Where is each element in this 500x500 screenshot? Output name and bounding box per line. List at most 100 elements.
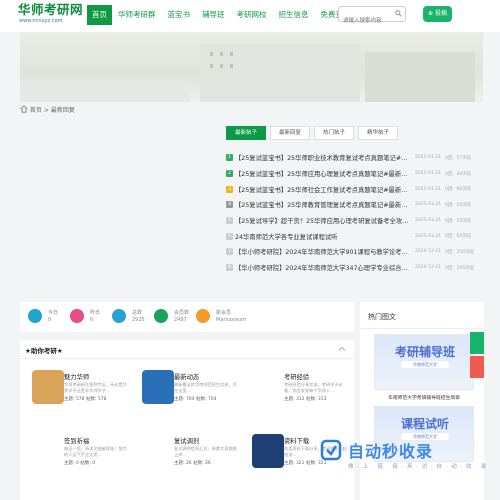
stat-label: 会员数	[174, 310, 190, 316]
window-shape	[230, 52, 233, 56]
thread-title[interactable]: 【华小师考研院】2024年华南师范大学347心理学专业综合考...	[235, 263, 411, 272]
board-posts: 帖数: 704	[195, 397, 217, 402]
promo-caption[interactable]: 华南师范大学考研辅导班招生简章	[374, 394, 474, 401]
thread-tabs: 最新帖子 最新回复 热门帖子 精华帖子	[226, 126, 402, 140]
tab-latest-posts[interactable]: 最新帖子	[226, 126, 267, 140]
board-posts: 帖数: 578	[85, 397, 107, 402]
board-stats: 主题: 0 帖数: 0	[64, 460, 95, 466]
promo-image[interactable]: 考研辅导班 华南师范大学	[374, 334, 474, 390]
board-stats: 主题: 704 帖数: 704	[174, 396, 217, 402]
nav-home[interactable]: 首页	[87, 5, 112, 25]
thread-row[interactable]: 8 【华小师考研院】2024年华南师范大学347心理学专业综合考... 2024-1…	[226, 260, 500, 276]
nav-admission[interactable]: 招生信息	[273, 5, 315, 25]
stat-value: 2497	[174, 317, 187, 323]
board-icon[interactable]	[32, 434, 64, 468]
nav-group[interactable]: 华师考研群	[112, 5, 162, 25]
promo-heading: 课程试听	[400, 417, 449, 431]
forum-board[interactable]: 复试调剂 复试调剂信息汇总，祝愿大家都能上岸... 主题: 26 帖数: 26	[130, 432, 240, 482]
tab-elite-posts[interactable]: 精华帖子	[358, 126, 399, 140]
board-icon[interactable]	[252, 434, 284, 468]
rank-badge: 3	[226, 185, 233, 193]
thread-replies: 0回	[445, 202, 453, 208]
building-shape	[200, 44, 360, 102]
thread-row[interactable]: 4 【25复试蓝宝书】25华师教育管理复试考点真题笔记#最新版... 2025-01…	[226, 197, 500, 213]
thread-views: 256浏览	[456, 249, 475, 255]
thread-views: 48浏览	[456, 171, 472, 177]
sidebar-title: 热门图文	[368, 313, 396, 321]
forum-board[interactable]: 最新动态 最新最全的华南师范招生信息，尽在这里... 主题: 704 帖数: 704	[130, 368, 240, 418]
thread-title[interactable]: 【25复试蓝宝书】25华师教育管理复试考点真题笔记#最新版...	[235, 200, 411, 209]
thread-views: 66浏览	[456, 187, 472, 193]
board-desc: 考研经验分享交流，考研学子必看，你会发现每个华师人...	[284, 382, 343, 393]
window-shape	[210, 52, 213, 56]
thread-date: 2024-12-21	[415, 249, 442, 255]
board-name[interactable]: 资料下载	[284, 436, 309, 445]
board-topics: 主题: 0	[64, 461, 79, 466]
board-posts: 帖数: 0	[80, 461, 96, 466]
board-name[interactable]: 签到祈福	[64, 436, 89, 445]
watermark-text: 自动秒收录	[348, 442, 434, 461]
rank-badge: 5	[226, 217, 233, 225]
thread-row[interactable]: 7 【华小师考研院】2024年华南师范大学901课程与教学论考研... 2024-1…	[226, 244, 500, 260]
float-button-red[interactable]	[470, 356, 484, 378]
thread-title[interactable]: 【25复试蓝宝书】25华师社会工作复试考点真题笔记#最新版...	[235, 185, 411, 194]
board-name[interactable]: 最新动态	[174, 372, 199, 381]
forum-title: ★助你考研★	[25, 347, 63, 355]
stat-icon	[28, 309, 42, 323]
site-logo[interactable]: 华师考研网 www.ncnuyz.com	[18, 2, 90, 30]
tab-hot-posts[interactable]: 热门帖子	[314, 126, 355, 140]
forum-board[interactable]: 魅力华师 华师考研新生报到专区，无论是华师学子还是非华师学子... 主题: 578 …	[20, 368, 130, 418]
board-icon[interactable]	[142, 434, 174, 468]
breadcrumb: 首页 > 最新回复	[20, 104, 75, 118]
board-icon[interactable]	[252, 370, 284, 404]
float-button-green[interactable]	[470, 332, 484, 354]
stat-value: 2925	[132, 317, 145, 323]
search-box	[338, 6, 406, 28]
board-icon[interactable]	[32, 370, 64, 404]
search-input[interactable]	[339, 14, 395, 28]
board-name[interactable]: 魅力华师	[64, 372, 89, 381]
thread-title[interactable]: 【25复试蓝宝书】25华师应用心理复试考点真题笔记#最新版...	[235, 169, 411, 178]
thread-title[interactable]: 【华小师考研院】2024年华南师范大学901课程与教学论考研...	[235, 247, 411, 256]
thread-title[interactable]: 【25复试导学】超干货！25华师应用心理考研复试备考全攻略！	[235, 216, 411, 225]
thread-title[interactable]: 【25复试蓝宝书】25华师职业技术教育复试考点真题笔记#最新版...	[235, 153, 411, 162]
forum-board[interactable]: 考研经验 考研经验分享交流，考研学子必看，你会发现每个华师人... 主题: 312 …	[240, 368, 350, 418]
rank-badge: 1	[226, 154, 233, 162]
nav-online-school[interactable]: 考研网校	[231, 5, 273, 25]
board-name[interactable]: 考研经验	[284, 372, 309, 381]
tab-latest-replies[interactable]: 最新回复	[270, 126, 311, 140]
thread-row[interactable]: 2 【25复试蓝宝书】25华师应用心理复试考点真题笔记#最新版... 2025-01…	[226, 166, 500, 182]
board-name[interactable]: 复试调剂	[174, 436, 199, 445]
thread-row[interactable]: 1 【25复试蓝宝书】25华师职业技术教育复试考点真题笔记#最新版... 2025-…	[226, 150, 500, 166]
search-icon[interactable]	[395, 10, 402, 17]
stat-icon	[196, 309, 210, 323]
forum-header: ★助你考研★	[20, 340, 354, 359]
building-shape	[20, 82, 190, 102]
post-button[interactable]: ⊕ 投稿	[423, 6, 452, 22]
thread-row[interactable]: 5 【25复试导学】超干货！25华师应用心理考研复试备考全攻略！ 2025-01-2…	[226, 213, 500, 229]
stat-icon	[112, 309, 126, 323]
thread-views: 64浏览	[456, 234, 472, 240]
board-icon[interactable]	[142, 370, 174, 404]
promo-sub: 华南师范大学	[401, 361, 449, 368]
stat-icon	[70, 309, 84, 323]
stat-label: 新会员	[216, 310, 232, 316]
chevron-up-icon[interactable]	[338, 346, 346, 352]
board-stats: 主题: 26 帖数: 26	[174, 460, 211, 466]
thread-row[interactable]: 6 24华南师范大学各专业复试课程试听 2025-01-21 0回 64浏览	[226, 228, 500, 244]
board-desc: 复试调剂信息汇总，祝愿大家都能上岸...	[174, 446, 237, 457]
stat-label: 昨日	[90, 310, 101, 316]
forum-board[interactable]: 签到祈福 每日一签，祈求文曲星保佑！努力的人运气不会太差... 主题: 0 帖数: …	[20, 432, 130, 482]
thread-views: 55浏览	[456, 218, 472, 224]
thread-row[interactable]: 3 【25复试蓝宝书】25华师社会工作复试考点真题笔记#最新版... 2025-01…	[226, 181, 500, 197]
breadcrumb-home[interactable]: 首页	[30, 107, 42, 114]
post-label: 投稿	[434, 10, 447, 17]
thread-title[interactable]: 24华南师范大学各专业复试课程试听	[235, 232, 411, 241]
thread-replies: 0回	[445, 218, 453, 224]
campus-banner	[20, 32, 483, 102]
breadcrumb-sep: >	[43, 107, 49, 114]
board-posts: 帖数: 313	[305, 397, 327, 402]
rank-badge: 4	[226, 201, 233, 209]
nav-tutoring[interactable]: 辅导班	[196, 5, 231, 25]
nav-bluebook[interactable]: 蓝宝书	[162, 5, 197, 25]
